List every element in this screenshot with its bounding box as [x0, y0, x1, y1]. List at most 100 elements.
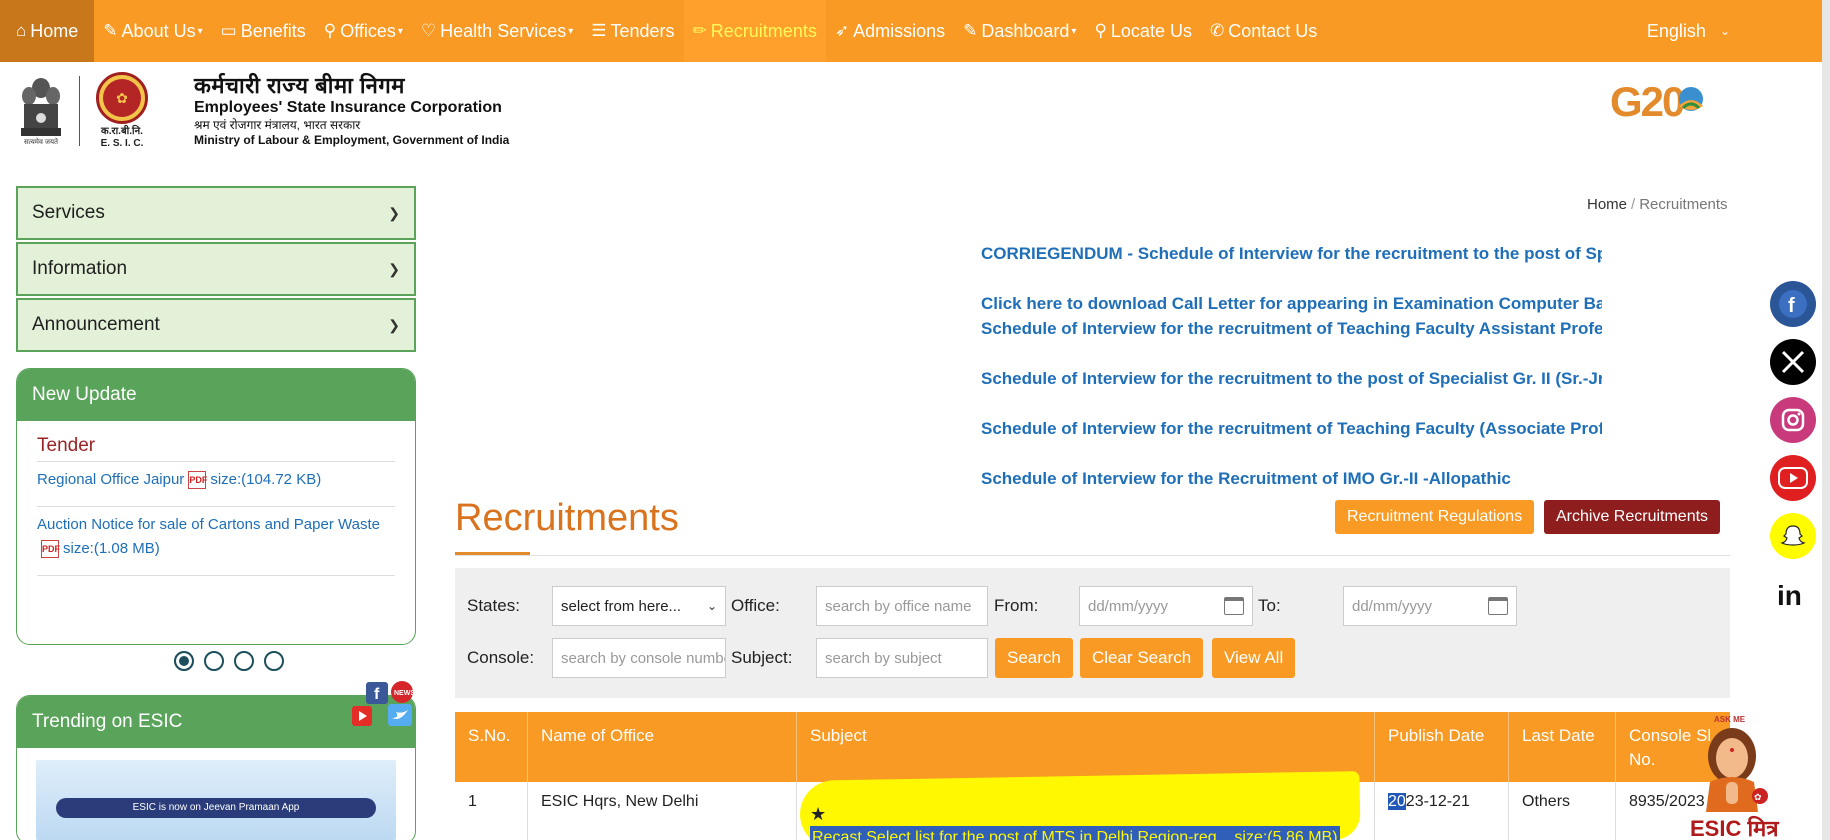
accordion-announcement[interactable]: Announcement ❯ [16, 298, 416, 352]
calendar-icon[interactable] [1224, 597, 1244, 615]
list-item[interactable]: Regional Office Jaipur PDF size:(104.72 KB… [37, 462, 395, 507]
nav-tenders[interactable]: ☰ Tenders [582, 0, 683, 62]
accordion-information[interactable]: Information ❯ [16, 242, 416, 296]
archive-recruitments-button[interactable]: Archive Recruitments [1544, 500, 1721, 534]
pencil-icon: ✏ [692, 21, 707, 40]
social-news-icon: f NEWS [352, 681, 415, 726]
nav-dashboard[interactable]: ✎ Dashboard ▾ [954, 0, 1085, 62]
nav-locate-us[interactable]: ⚲ Locate Us [1085, 0, 1201, 62]
marquee-link[interactable]: Click here to download Call Letter for a… [981, 294, 1602, 314]
col-office: Name of Office [528, 712, 797, 782]
breadcrumb-home[interactable]: Home [1587, 196, 1627, 213]
cell-sno: 1 [455, 782, 528, 840]
marquee-link[interactable]: Schedule of Interview for the recruitmen… [981, 319, 1602, 339]
emblem-caption: सत्यमेव जयते [23, 139, 59, 146]
carousel-dot[interactable] [174, 651, 194, 671]
g20-logo: G20 [1610, 78, 1710, 138]
nav-recruitments[interactable]: ✏ Recruitments [683, 0, 826, 62]
nav-contact-label: Contact Us [1228, 20, 1318, 41]
logo-divider [79, 76, 80, 146]
nav-benefits[interactable]: ▭ Benefits [212, 0, 315, 62]
x-icon[interactable] [1770, 339, 1816, 385]
esic-short-name: क.रा.बी.नि. E. S. I. C. [92, 126, 152, 150]
states-select[interactable]: select from here... ⌄ [552, 586, 726, 626]
mitra-ask-me: ASK ME [1714, 715, 1746, 724]
chevron-down-icon: ⌄ [1719, 24, 1730, 38]
clear-search-button[interactable]: Clear Search [1080, 638, 1204, 678]
trending-banner-text: ESIC is now on Jeevan Pramaan App [56, 798, 376, 818]
map-pin-icon: ⚲ [323, 21, 337, 40]
esic-short-english: E. S. I. C. [100, 138, 144, 149]
recruitment-regulations-button[interactable]: Recruitment Regulations [1335, 500, 1535, 534]
marquee-link[interactable]: Schedule of Interview for the recruitmen… [981, 419, 1602, 439]
esic-short-hindi: क.रा.बी.नि. [101, 126, 143, 137]
trending-banner[interactable]: ESIC is now on Jeevan Pramaan App [36, 760, 396, 840]
pdf-icon: PDF [188, 471, 207, 490]
svg-text:NEWS: NEWS [394, 690, 415, 697]
caret-down-icon: ▾ [1071, 25, 1077, 37]
nav-offices[interactable]: ⚲ Offices ▾ [315, 0, 412, 62]
nav-home[interactable]: ⌂ Home [0, 0, 95, 62]
subject-link[interactable]: Recast Select list for the post of MTS i… [810, 826, 1340, 840]
update-size: size:(104.72 KB) [210, 471, 322, 488]
svg-text:f: f [374, 686, 380, 703]
language-label: English [1646, 20, 1706, 41]
caret-down-icon: ▾ [568, 25, 574, 37]
corporation-title: कर्मचारी राज्य बीमा निगम Employees' Stat… [194, 74, 509, 148]
corp-english-ministry: Ministry of Labour & Employment, Governm… [194, 133, 510, 147]
calendar-icon[interactable] [1488, 597, 1508, 615]
g20-text: G20 [1610, 78, 1685, 125]
from-label: From: [994, 596, 1039, 615]
from-date-input[interactable]: dd/mm/yyyy [1079, 586, 1253, 626]
table-row[interactable]: 1 ESIC Hqrs, New Delhi ★ Recast Select l… [455, 771, 1730, 840]
chevron-down-icon: ❯ [388, 260, 400, 277]
linkedin-icon[interactable]: in [1770, 571, 1816, 617]
update-link[interactable]: Auction Notice for sale of Cartons and P… [37, 516, 380, 533]
snapchat-icon[interactable] [1770, 513, 1816, 559]
svg-text:f: f [1788, 295, 1795, 317]
language-selector[interactable]: English ⌄ [1647, 0, 1730, 62]
facebook-icon[interactable]: f [1770, 281, 1816, 327]
new-update-panel: New Update Tender Regional Office Jaipur… [16, 368, 416, 645]
page-scrollbar[interactable] [1822, 0, 1830, 840]
nav-admissions[interactable]: ➶ Admissions [826, 0, 954, 62]
marquee-link[interactable]: CORRIEGENDUM - Schedule of Interview for… [981, 244, 1602, 264]
carousel-dot[interactable] [264, 651, 284, 671]
nav-benefits-label: Benefits [240, 20, 306, 41]
states-label: States: [467, 596, 520, 615]
office-search-input[interactable]: search by office name [816, 586, 988, 626]
search-button[interactable]: Search [995, 638, 1073, 678]
view-all-button[interactable]: View All [1212, 638, 1296, 678]
mitra-label: ESIC मित्र [1690, 815, 1779, 840]
home-icon: ⌂ [16, 21, 27, 40]
carousel-dot[interactable] [204, 651, 224, 671]
nav-health-services[interactable]: ♡ Health Services ▾ [412, 0, 582, 62]
cell-last-date: Others [1509, 782, 1616, 840]
update-link[interactable]: Regional Office Jaipur [37, 471, 184, 488]
to-date-input[interactable]: dd/mm/yyyy [1343, 586, 1517, 626]
accordion-announcement-label: Announcement [32, 314, 160, 335]
nav-contact-us[interactable]: ✆ Contact Us [1201, 0, 1326, 62]
nav-about-us[interactable]: ✎ About Us ▾ [94, 0, 211, 62]
caret-down-icon: ▾ [197, 25, 203, 37]
new-update-title: New Update [17, 369, 415, 421]
instagram-icon[interactable] [1770, 397, 1816, 443]
console-search-input[interactable]: search by console number [552, 638, 726, 678]
cell-office: ESIC Hqrs, New Delhi [528, 782, 797, 840]
title-accent-underline [455, 552, 530, 555]
list-item[interactable]: Auction Notice for sale of Cartons and P… [37, 507, 395, 576]
svg-text:in: in [1777, 580, 1802, 609]
subject-text: Recast Select list for the post of MTS i… [812, 829, 1222, 840]
col-last-date: Last Date [1509, 712, 1616, 782]
accordion-services[interactable]: Services ❯ [16, 186, 416, 240]
marquee-link[interactable]: Schedule of Interview for the recruitmen… [981, 369, 1602, 389]
map-pin-icon: ⚲ [1094, 21, 1107, 40]
youtube-icon[interactable] [1770, 455, 1816, 501]
title-divider [455, 555, 1730, 556]
esic-mitra-chatbot[interactable]: ASK ME ✿ ESIC मित्र [1686, 712, 1786, 840]
carousel-dot[interactable] [234, 651, 254, 671]
breadcrumb-separator: / [1631, 196, 1636, 213]
col-sno: S.No. [455, 712, 528, 782]
subject-search-input[interactable]: search by subject [816, 638, 988, 678]
marquee-link[interactable]: Schedule of Interview for the Recruitmen… [981, 469, 1511, 489]
